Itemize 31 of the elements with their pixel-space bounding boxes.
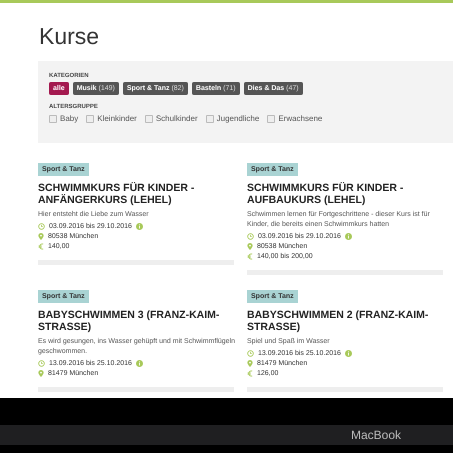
checkbox[interactable]: [49, 114, 57, 122]
checkbox-label: Jugendliche: [216, 114, 260, 123]
checkbox-label: Erwachsene: [278, 114, 322, 123]
location-pin-icon: [38, 370, 44, 377]
location-pin-icon: [247, 243, 253, 250]
checkbox[interactable]: [267, 114, 276, 122]
course-title[interactable]: SCHWIMMKURS FÜR KINDER - ANFÄNGERKURS (LEHEL): [38, 182, 238, 206]
checkbox-label: Kleinkinder: [97, 114, 137, 123]
location-pin-icon: [38, 233, 44, 240]
course-title[interactable]: BABYSCHWIMMEN 2 (FRANZ-KAIM-STRASSE): [247, 309, 447, 333]
device-label: MacBook: [350, 428, 401, 442]
info-icon[interactable]: [344, 233, 352, 240]
euro-icon: [247, 253, 253, 260]
info-icon[interactable]: [136, 360, 143, 367]
clock-icon: [247, 350, 254, 357]
clock-icon: [38, 223, 45, 230]
location-pin-icon: [247, 360, 253, 367]
page-title: Kurse: [39, 22, 100, 51]
euro-icon: [38, 243, 44, 250]
checkbox-label: Schulkinder: [156, 114, 198, 123]
course-title[interactable]: BABYSCHWIMMEN 3 (FRANZ-KAIM-STRASSE): [38, 309, 238, 333]
checkbox[interactable]: [86, 114, 94, 122]
clock-icon: [247, 233, 254, 240]
checkbox[interactable]: [206, 114, 214, 122]
clock-icon: [38, 360, 45, 367]
euro-icon: [247, 370, 253, 377]
course-title[interactable]: SCHWIMMKURS FÜR KINDER - AUFBAUKURS (LEHEL): [247, 182, 447, 206]
info-icon[interactable]: [344, 350, 352, 357]
checkbox[interactable]: [144, 114, 153, 122]
info-icon[interactable]: [136, 223, 143, 230]
checkbox-label: Baby: [60, 114, 78, 123]
